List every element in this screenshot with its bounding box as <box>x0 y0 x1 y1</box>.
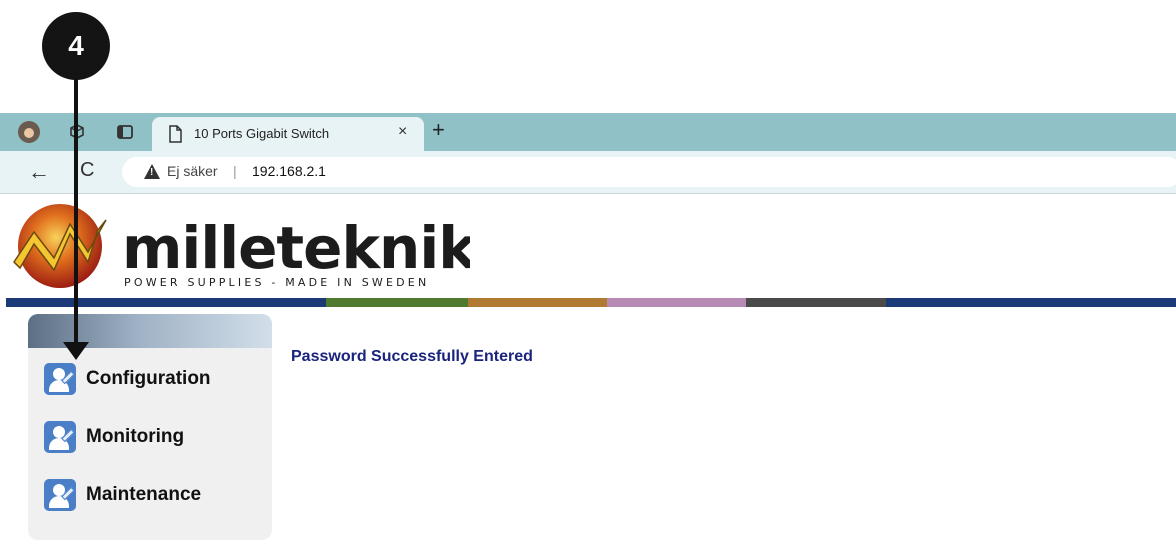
sidebar-item-label[interactable]: Maintenance <box>86 484 201 506</box>
logo-tagline: POWER SUPPLIES - MADE IN SWEDEN <box>124 276 429 289</box>
new-tab-icon[interactable]: + <box>432 117 445 143</box>
profile-avatar[interactable] <box>18 121 40 143</box>
url-text[interactable]: 192.168.2.1 <box>252 163 326 179</box>
browser-tab-bar: 10 Ports Gigabit Switch × + <box>0 113 1176 151</box>
milleteknik-logo: milleteknik POWER SUPPLIES - MADE IN SWE… <box>13 204 470 289</box>
status-message: Password Successfully Entered <box>291 348 533 365</box>
tab-title: 10 Ports Gigabit Switch <box>194 126 330 141</box>
step-number-badge: 4 <box>42 12 110 80</box>
url-field[interactable]: ! Ej säker | 192.168.2.1 <box>122 157 1176 187</box>
user-wrench-icon <box>44 363 76 395</box>
page-icon <box>164 123 186 145</box>
sidebar-item-maintenance[interactable]: Maintenance <box>44 478 201 512</box>
step-number: 4 <box>68 30 84 61</box>
browser-address-bar: ← C ! Ej säker | 192.168.2.1 <box>0 151 1176 194</box>
reload-icon[interactable]: C <box>80 159 94 182</box>
tab-close-icon[interactable]: × <box>398 123 407 141</box>
logo-wordmark: milleteknik <box>122 214 470 282</box>
back-arrow-icon[interactable]: ← <box>28 159 50 185</box>
sidebar-item-configuration[interactable]: Configuration <box>44 362 211 396</box>
user-wrench-icon <box>44 421 76 453</box>
security-status[interactable]: Ej säker <box>167 163 218 179</box>
sidebar-item-label[interactable]: Configuration <box>86 368 211 390</box>
user-wrench-icon <box>44 479 76 511</box>
sidebar-item-monitoring[interactable]: Monitoring <box>44 420 184 454</box>
step-arrowhead <box>63 342 89 360</box>
header-color-band <box>6 298 1176 307</box>
browser-tab[interactable]: 10 Ports Gigabit Switch × <box>152 117 424 151</box>
sidebar-item-label[interactable]: Monitoring <box>86 426 184 448</box>
tab-actions-icon[interactable] <box>114 121 136 143</box>
step-arrow-line <box>74 78 78 346</box>
